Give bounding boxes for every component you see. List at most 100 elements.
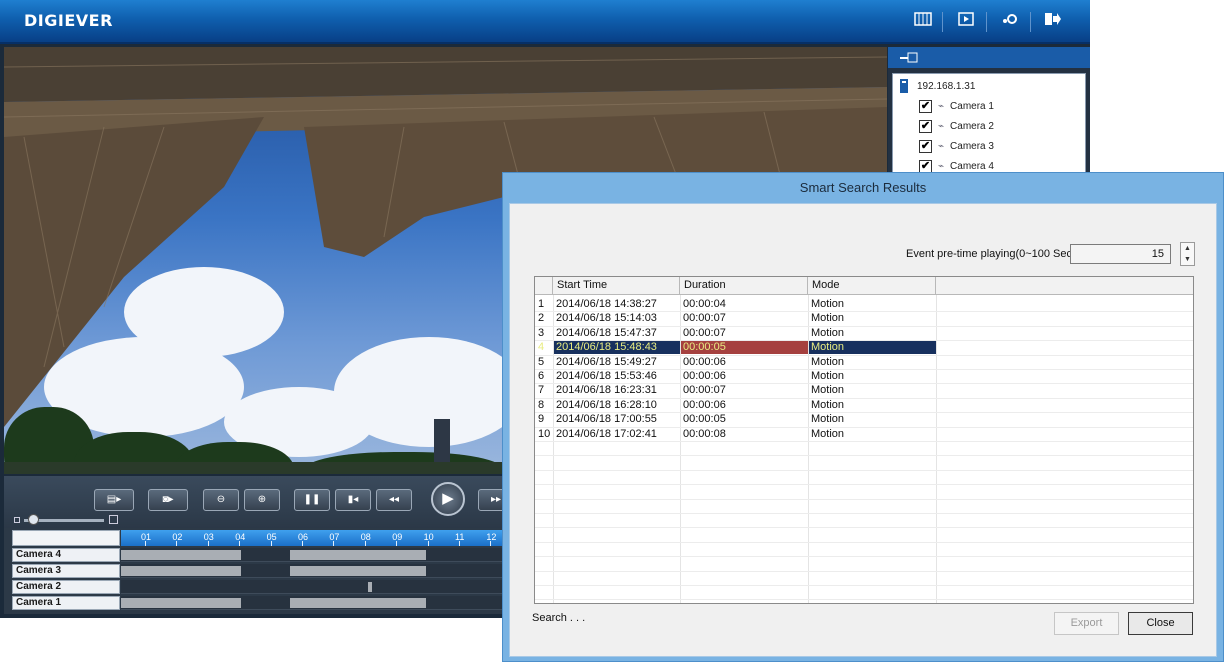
table-row[interactable]: 6 2014/06/18 15:53:46 00:00:06 Motion	[535, 369, 1193, 383]
speed-slider-knob[interactable]	[28, 514, 39, 525]
dialog-body: Event pre-time playing(0~100 Sec.): 15 ▲…	[509, 203, 1217, 657]
row-start-time: 2014/06/18 16:28:10	[556, 398, 657, 411]
row-index: 5	[538, 355, 545, 368]
pause-button[interactable]: ❚❚	[294, 489, 330, 511]
recording-segment[interactable]	[121, 566, 241, 576]
row-mode: Motion	[811, 398, 845, 411]
zoom-in-button[interactable]: ⊕	[244, 489, 280, 511]
grid-line	[680, 295, 681, 603]
camera-2-checkbox[interactable]: ✔	[919, 119, 932, 133]
grid-line	[535, 527, 1193, 529]
volume-max-icon	[109, 515, 118, 524]
column-header-start-time[interactable]: Start Time	[553, 277, 680, 295]
playback-icon[interactable]	[955, 11, 977, 31]
timeline-tick	[176, 541, 178, 546]
rewind-button[interactable]: ◂◂	[376, 489, 412, 511]
timeline-hour-label: 07	[329, 532, 340, 542]
grid-line	[535, 455, 1193, 457]
column-header-duration[interactable]: Duration	[680, 277, 808, 295]
timeline-corner	[12, 530, 120, 546]
table-row[interactable]: 5 2014/06/18 15:49:27 00:00:06 Motion	[535, 355, 1193, 369]
recording-segment[interactable]	[368, 582, 372, 592]
row-duration: 00:00:06	[683, 370, 726, 382]
row-duration: 00:00:06	[683, 355, 726, 368]
table-row[interactable]: 9 2014/06/18 17:00:55 00:00:05 Motion	[535, 412, 1193, 426]
recording-segment[interactable]	[121, 550, 241, 560]
sidebar-header	[888, 47, 1090, 68]
spin-up-icon[interactable]: ▲	[1181, 243, 1194, 254]
timeline-tick	[207, 541, 209, 546]
row-mode: Motion	[811, 341, 845, 354]
table-row[interactable]: 10 2014/06/18 17:02:41 00:00:08 Motion	[535, 427, 1193, 441]
timeline-hour-label: 03	[203, 532, 214, 542]
timeline-hour-label: 05	[266, 532, 277, 542]
track-label-camera-3: Camera 3	[12, 564, 120, 578]
timeline-hour-label: 01	[141, 532, 152, 542]
camera-3-checkbox[interactable]: ✔	[919, 139, 932, 153]
play-button[interactable]: ▶	[431, 482, 465, 516]
export-button[interactable]: Export	[1054, 612, 1119, 635]
row-index: 8	[538, 398, 545, 411]
camera-icon: ⌁	[938, 160, 945, 172]
row-duration: 00:00:04	[683, 298, 726, 310]
layout-icon[interactable]	[912, 11, 934, 31]
pretime-input[interactable]: 15	[1070, 244, 1171, 264]
grid-line	[535, 397, 1193, 399]
timeline-tick	[270, 541, 272, 546]
column-header-mode[interactable]: Mode	[808, 277, 936, 295]
row-index: 9	[538, 413, 545, 426]
table-row[interactable]: 3 2014/06/18 15:47:37 00:00:07 Motion	[535, 326, 1193, 340]
row-start-time: 2014/06/18 15:48:43	[556, 341, 657, 354]
table-row[interactable]: 2 2014/06/18 15:14:03 00:00:07 Motion	[535, 311, 1193, 325]
row-index: 1	[538, 298, 545, 310]
grid-line	[535, 311, 1193, 313]
table-row[interactable]: 7 2014/06/18 16:23:31 00:00:07 Motion	[535, 383, 1193, 397]
timeline-tick	[396, 541, 398, 546]
timeline-hour-label: 10	[423, 532, 434, 542]
table-row[interactable]: 8 2014/06/18 16:28:10 00:00:06 Motion	[535, 398, 1193, 412]
tree-camera-3[interactable]: ✔ ⌁ Camera 3	[919, 136, 994, 156]
timeline-hour-label: 02	[172, 532, 183, 542]
grid-line	[535, 484, 1193, 486]
row-index: 2	[538, 312, 545, 325]
row-index: 3	[538, 326, 545, 339]
grid-line	[535, 498, 1193, 500]
timeline-tick	[364, 541, 366, 546]
timeline-hour-label: 04	[235, 532, 246, 542]
camera-1-checkbox[interactable]: ✔	[919, 99, 932, 113]
row-mode: Motion	[811, 413, 845, 426]
timeline-hour-label: 06	[298, 532, 309, 542]
settings-icon[interactable]	[999, 11, 1021, 31]
table-row[interactable]: 4 2014/06/18 15:48:43 00:00:05 Motion	[535, 340, 1193, 355]
logout-icon[interactable]	[1042, 11, 1064, 31]
camera-4-checkbox[interactable]: ✔	[919, 159, 932, 173]
column-header-index[interactable]	[535, 277, 553, 295]
row-duration: 00:00:05	[683, 341, 726, 354]
track-label-camera-2: Camera 2	[12, 580, 120, 594]
server-icon	[900, 79, 908, 93]
spin-down-icon[interactable]: ▼	[1181, 254, 1194, 265]
recording-segment[interactable]	[290, 550, 426, 560]
recording-segment[interactable]	[121, 598, 241, 608]
grid-line	[936, 295, 937, 603]
brand-logo: DIGIEVER	[24, 11, 113, 30]
step-back-button[interactable]: ▮◂	[335, 489, 371, 511]
recording-segment[interactable]	[290, 598, 426, 608]
close-button[interactable]: Close	[1128, 612, 1193, 635]
recording-segment[interactable]	[290, 566, 426, 576]
pretime-spinner[interactable]: ▲ ▼	[1180, 242, 1195, 266]
tree-camera-1[interactable]: ✔ ⌁ Camera 1	[919, 96, 994, 116]
snapshot-button[interactable]: ◙▸	[148, 489, 188, 511]
row-duration: 00:00:07	[683, 384, 726, 397]
grid-line	[535, 383, 1193, 385]
table-row[interactable]: 1 2014/06/18 14:38:27 00:00:04 Motion	[535, 297, 1193, 311]
grid-line	[535, 599, 1193, 601]
layout-split-button[interactable]: ▤▸	[94, 489, 134, 511]
grid-line	[535, 369, 1193, 370]
row-mode: Motion	[811, 370, 845, 382]
tree-camera-2[interactable]: ✔ ⌁ Camera 2	[919, 116, 994, 136]
zoom-out-button[interactable]: ⊖	[203, 489, 239, 511]
track-label-camera-4: Camera 4	[12, 548, 120, 562]
tree-server[interactable]: 192.168.1.31	[899, 76, 975, 96]
timeline-tick	[302, 541, 303, 546]
